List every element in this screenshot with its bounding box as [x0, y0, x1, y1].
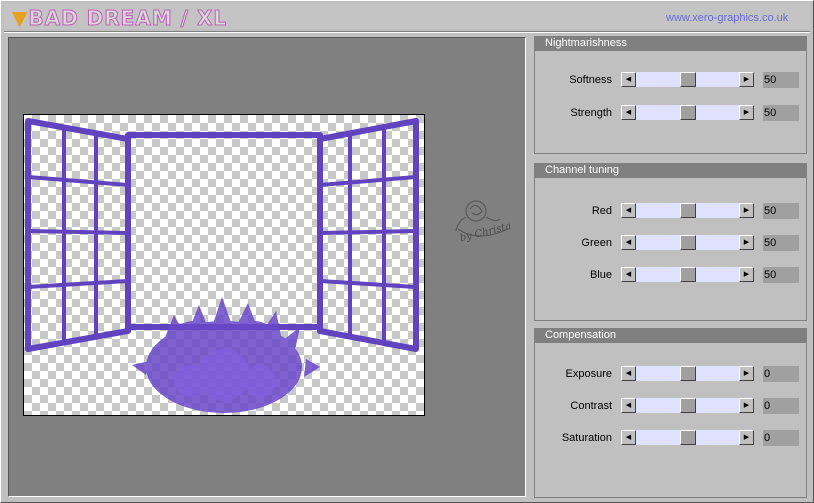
increment-arrow-icon[interactable]: ▶	[739, 430, 754, 445]
slider-thumb[interactable]	[680, 366, 696, 381]
strength-value-field[interactable]: 50	[763, 105, 799, 121]
logo-text: BAD DREAM / XL	[28, 6, 228, 31]
slider-thumb[interactable]	[680, 267, 696, 282]
contrast-value-field[interactable]: 0	[763, 398, 799, 414]
slider-thumb[interactable]	[680, 105, 696, 120]
softness-slider[interactable]	[636, 72, 739, 87]
panel-compensation: Compensation Exposure ◀ ▶ 0 Contrast ◀ ▶ 0 Satura…	[534, 328, 807, 498]
panel-nightmarishness: Nightmarishness Softness ◀ ▶ 50 Strength ◀ ▶ 50	[534, 36, 807, 154]
decrement-arrow-icon[interactable]: ◀	[621, 430, 636, 445]
slider-label: Contrast	[570, 400, 612, 412]
softness-value-field[interactable]: 50	[763, 72, 799, 88]
rose-watermark-icon: by Christa	[455, 200, 513, 244]
slider-label: Exposure	[565, 368, 612, 380]
slider-thumb[interactable]	[680, 235, 696, 250]
slider-row-exposure: Exposure ◀ ▶ 0	[535, 366, 806, 383]
slider-row-strength: Strength ◀ ▶ 50	[535, 105, 806, 122]
preview-canvas[interactable]	[23, 114, 425, 416]
decrement-arrow-icon[interactable]: ◀	[621, 267, 636, 282]
watermark: by Christa	[446, 193, 526, 256]
slider-row-contrast: Contrast ◀ ▶ 0	[535, 398, 806, 415]
decrement-arrow-icon[interactable]: ◀	[621, 105, 636, 120]
slider-label: Saturation	[561, 432, 612, 444]
logo-triangle-icon: ▼	[12, 6, 29, 30]
slider-label: Strength	[570, 107, 612, 119]
title-bar: ▼BAD DREAM / XL www.xero-graphics.co.uk	[4, 4, 810, 31]
exposure-value-field[interactable]: 0	[763, 366, 799, 382]
saturation-slider[interactable]	[636, 430, 739, 445]
strength-slider[interactable]	[636, 105, 739, 120]
slider-label: Blue	[589, 269, 612, 281]
logo: ▼BAD DREAM / XL	[12, 6, 228, 31]
green-value-field[interactable]: 50	[763, 235, 799, 251]
decrement-arrow-icon[interactable]: ◀	[621, 366, 636, 381]
decrement-arrow-icon[interactable]: ◀	[621, 235, 636, 250]
slider-label: Green	[581, 237, 612, 249]
website-link[interactable]: www.xero-graphics.co.uk	[666, 12, 788, 24]
increment-arrow-icon[interactable]: ▶	[739, 267, 754, 282]
blue-slider[interactable]	[636, 267, 739, 282]
decrement-arrow-icon[interactable]: ◀	[621, 72, 636, 87]
slider-row-green: Green ◀ ▶ 50	[535, 235, 806, 252]
slider-row-red: Red ◀ ▶ 50	[535, 203, 806, 220]
slider-label: Softness	[569, 74, 612, 86]
increment-arrow-icon[interactable]: ▶	[739, 366, 754, 381]
panel-header: Nightmarishness	[535, 36, 806, 51]
slider-thumb[interactable]	[680, 430, 696, 445]
contrast-slider[interactable]	[636, 398, 739, 413]
slider-thumb[interactable]	[680, 72, 696, 87]
panel-header: Channel tuning	[535, 163, 806, 178]
panel-header: Compensation	[535, 328, 806, 343]
increment-arrow-icon[interactable]: ▶	[739, 72, 754, 87]
increment-arrow-icon[interactable]: ▶	[739, 105, 754, 120]
svg-text:by Christa: by Christa	[459, 221, 513, 244]
increment-arrow-icon[interactable]: ▶	[739, 235, 754, 250]
decrement-arrow-icon[interactable]: ◀	[621, 398, 636, 413]
slider-thumb[interactable]	[680, 398, 696, 413]
saturation-value-field[interactable]: 0	[763, 430, 799, 446]
slider-row-blue: Blue ◀ ▶ 50	[535, 267, 806, 284]
increment-arrow-icon[interactable]: ▶	[739, 203, 754, 218]
plugin-window: ▼BAD DREAM / XL www.xero-graphics.co.uk	[0, 0, 814, 503]
increment-arrow-icon[interactable]: ▶	[739, 398, 754, 413]
divider	[4, 31, 810, 33]
preview-area	[8, 37, 526, 497]
slider-row-softness: Softness ◀ ▶ 50	[535, 72, 806, 89]
red-value-field[interactable]: 50	[763, 203, 799, 219]
decrement-arrow-icon[interactable]: ◀	[621, 203, 636, 218]
blue-value-field[interactable]: 50	[763, 267, 799, 283]
exposure-slider[interactable]	[636, 366, 739, 381]
slider-label: Red	[591, 205, 612, 217]
panel-channel-tuning: Channel tuning Red ◀ ▶ 50 Green ◀ ▶ 50 Blue ◀ ▶ 50	[534, 163, 807, 321]
slider-row-saturation: Saturation ◀ ▶ 0	[535, 430, 806, 447]
red-slider[interactable]	[636, 203, 739, 218]
green-slider[interactable]	[636, 235, 739, 250]
slider-thumb[interactable]	[680, 203, 696, 218]
window-image	[25, 118, 419, 413]
